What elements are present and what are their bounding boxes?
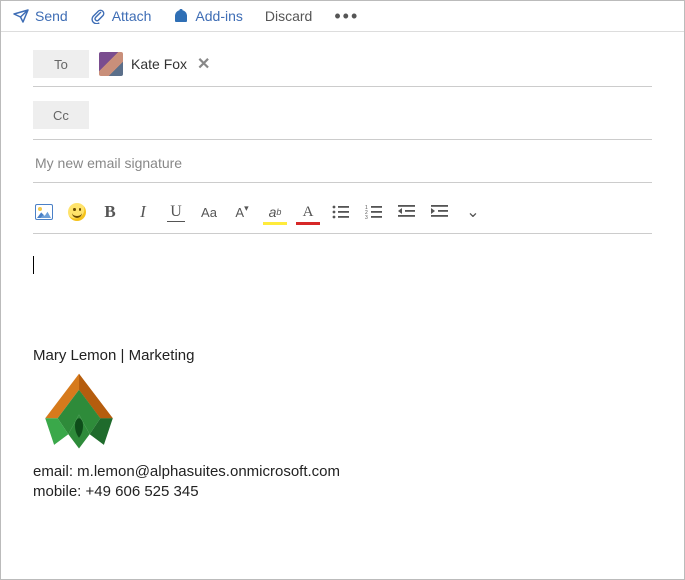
addins-button[interactable]: Add-ins (173, 8, 242, 24)
chevron-down-icon: ⌄ (466, 202, 479, 222)
indent-button[interactable] (429, 201, 451, 223)
cc-label: Cc (53, 108, 69, 123)
send-icon (13, 8, 29, 24)
to-row: To Kate Fox ✕ (33, 50, 652, 87)
message-body[interactable] (33, 252, 652, 302)
format-toolbar: B I U Aa A▾ ab A 1 2 3 (33, 193, 652, 234)
font-size-button[interactable]: Aa (198, 201, 220, 223)
number-list-button[interactable]: 1 2 3 (363, 201, 385, 223)
image-icon (35, 204, 53, 220)
attach-button[interactable]: Attach (90, 8, 152, 24)
send-button[interactable]: Send (13, 8, 68, 24)
outdent-button[interactable] (396, 201, 418, 223)
paperclip-icon (90, 8, 106, 24)
insert-emoji-button[interactable] (66, 201, 88, 223)
svg-text:3: 3 (365, 215, 368, 220)
smiley-icon (68, 203, 86, 221)
send-label: Send (35, 8, 68, 24)
number-list-icon: 1 2 3 (365, 204, 383, 220)
close-icon: ✕ (197, 56, 210, 73)
attach-label: Attach (112, 8, 152, 24)
remove-recipient-button[interactable]: ✕ (197, 54, 210, 74)
more-actions-button[interactable]: ••• (334, 7, 359, 25)
cc-button[interactable]: Cc (33, 101, 89, 129)
bold-button[interactable]: B (99, 201, 121, 223)
cc-row: Cc (33, 101, 652, 140)
indent-icon (431, 204, 449, 220)
insert-image-button[interactable] (33, 201, 55, 223)
discard-label: Discard (265, 8, 312, 24)
italic-button[interactable]: I (132, 201, 154, 223)
addins-label: Add-ins (195, 8, 242, 24)
signature-email: email: m.lemon@alphasuites.onmicrosoft.c… (33, 462, 652, 482)
recipient-name: Kate Fox (131, 56, 187, 72)
addins-icon (173, 8, 189, 24)
to-label: To (54, 57, 68, 72)
company-logo (33, 372, 125, 452)
underline-button[interactable]: U (165, 201, 187, 223)
avatar (99, 52, 123, 76)
ellipsis-icon: ••• (334, 7, 359, 25)
bullet-list-button[interactable] (330, 201, 352, 223)
recipient-chip[interactable]: Kate Fox ✕ (99, 52, 210, 76)
subject-row (33, 154, 652, 183)
signature-name: Mary Lemon | Marketing (33, 347, 652, 364)
email-signature: Mary Lemon | Marketing email: m.lemon@al… (33, 347, 652, 503)
font-color-button[interactable]: A (297, 201, 319, 223)
more-format-button[interactable]: ⌄ (462, 201, 484, 223)
signature-mobile: mobile: +49 606 525 345 (33, 482, 652, 502)
compose-toolbar: Send Attach Add-ins Discard ••• (1, 1, 684, 32)
outdent-icon (398, 204, 416, 220)
font-style-button[interactable]: A▾ (231, 201, 253, 223)
discard-button[interactable]: Discard (265, 8, 312, 24)
subject-input[interactable] (33, 154, 652, 172)
bullet-list-icon (332, 204, 350, 220)
text-cursor (33, 256, 34, 274)
highlight-button[interactable]: ab (264, 201, 286, 223)
to-button[interactable]: To (33, 50, 89, 78)
